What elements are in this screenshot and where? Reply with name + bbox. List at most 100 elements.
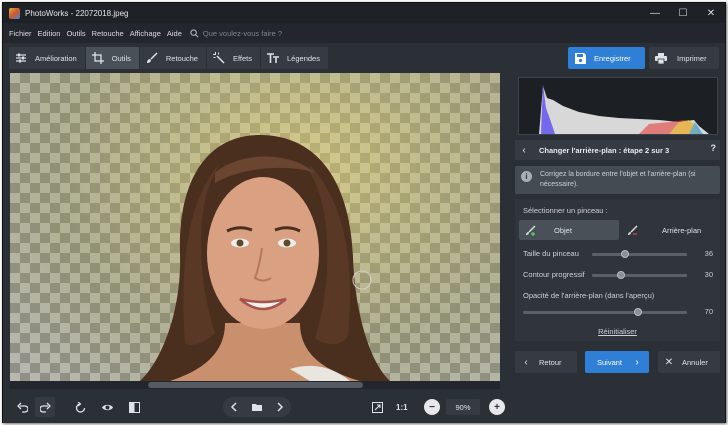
- scrollbar-thumb[interactable]: [148, 382, 363, 388]
- tab-effets[interactable]: Effets: [206, 47, 262, 69]
- brush-size-label: Taille du pinceau: [523, 249, 579, 258]
- slider-knob[interactable]: [616, 271, 625, 279]
- tab-retouche[interactable]: Retouche: [139, 47, 207, 69]
- floppy-disk-icon: [575, 52, 586, 64]
- zoom-in-button[interactable]: +: [489, 399, 505, 415]
- slider-track[interactable]: [592, 253, 687, 256]
- brush-icon: [146, 52, 158, 63]
- rotate-button[interactable]: [70, 397, 90, 417]
- brush-size-slider[interactable]: Taille du pinceau 36: [523, 248, 713, 260]
- chevron-left-icon: ‹: [524, 356, 528, 368]
- brush-settings: Sélectionner un pinceau : Objet Arrière-…: [515, 199, 720, 341]
- brush-background-button[interactable]: Arrière-plan: [621, 220, 717, 240]
- menu-bar: Fichier Edition Outils Retouche Affichag…: [3, 23, 725, 43]
- menu-fichier[interactable]: Fichier: [9, 29, 32, 38]
- brush-minus-icon: [628, 225, 638, 235]
- brush-size-value: 36: [704, 249, 713, 258]
- select-brush-label: Sélectionner un pinceau :: [523, 206, 608, 215]
- preview-button[interactable]: [97, 397, 117, 417]
- redo-button[interactable]: [35, 397, 55, 417]
- feather-value: 30: [704, 270, 713, 279]
- title-bar: PhotoWorks - 22072018.jpeg — ☐ ✕: [3, 3, 725, 23]
- rotate-icon: [75, 401, 85, 413]
- brush-object-button[interactable]: Objet: [519, 220, 619, 240]
- menu-edition[interactable]: Edition: [38, 29, 61, 38]
- app-window: PhotoWorks - 22072018.jpeg — ☐ ✕ Fichier…: [2, 2, 726, 423]
- next-label: Suivant: [597, 357, 623, 367]
- fit-screen-button[interactable]: [367, 397, 387, 417]
- tab-outils-label: Outils: [111, 53, 131, 63]
- bg-opacity-slider[interactable]: 70: [523, 306, 713, 318]
- tab-amelioration[interactable]: Amélioration: [9, 47, 86, 69]
- back-arrow-icon[interactable]: ‹: [515, 145, 533, 156]
- zoom-out-button[interactable]: −: [424, 399, 440, 415]
- back-label: Retour: [539, 357, 562, 367]
- cancel-button[interactable]: ✕ Annuler: [658, 351, 720, 373]
- maximize-button[interactable]: ☐: [669, 3, 697, 23]
- save-button[interactable]: Enregistrer: [568, 47, 645, 69]
- step-header: ‹ Changer l'arrière-plan : étape 2 sur 3…: [515, 140, 720, 160]
- info-text: Corrigez la bordure entre l'objet et l'a…: [540, 171, 696, 188]
- horizontal-scrollbar[interactable]: [10, 381, 500, 389]
- tab-amelioration-label: Amélioration: [35, 53, 77, 63]
- brush-plus-icon: [526, 225, 536, 236]
- slider-track[interactable]: [592, 274, 687, 277]
- slider-track[interactable]: [523, 311, 687, 314]
- zoom-level[interactable]: 90%: [446, 399, 480, 415]
- search-box[interactable]: Que voulez-vous faire ?: [190, 29, 282, 38]
- reset-link[interactable]: Réinitialiser: [515, 327, 720, 336]
- menu-outils[interactable]: Outils: [66, 29, 85, 38]
- menu-aide[interactable]: Aide: [167, 29, 182, 38]
- brush-object-label: Objet: [554, 225, 572, 235]
- app-logo-icon: [9, 7, 20, 19]
- file-navigation: [223, 397, 291, 417]
- chevron-right-icon[interactable]: [275, 402, 285, 412]
- brush-background-label: Arrière-plan: [662, 225, 702, 235]
- close-icon: ✕: [664, 356, 674, 368]
- save-label: Enregistrer: [594, 53, 631, 63]
- compare-button[interactable]: [124, 397, 144, 417]
- menu-retouche[interactable]: Retouche: [92, 29, 124, 38]
- redo-icon: [39, 402, 51, 413]
- actual-size-button[interactable]: 1:1: [396, 403, 408, 412]
- crop-icon: [91, 52, 104, 64]
- histogram: [518, 77, 718, 135]
- tab-legendes[interactable]: Légendes: [261, 47, 329, 69]
- printer-icon: [655, 52, 667, 64]
- bg-opacity-label: Opacité de l'arrière-plan (dans l'aperçu…: [523, 291, 655, 300]
- help-button[interactable]: ?: [711, 143, 717, 153]
- window-title: PhotoWorks - 22072018.jpeg: [25, 8, 129, 18]
- slider-knob[interactable]: [621, 250, 630, 258]
- search-input[interactable]: Que voulez-vous faire ?: [203, 29, 282, 38]
- step-navigation: ‹ Retour Suivant › ✕ Annuler: [515, 351, 720, 373]
- folder-icon[interactable]: [251, 402, 262, 412]
- magic-wand-icon: [212, 52, 225, 64]
- step-title: Changer l'arrière-plan : étape 2 sur 3: [539, 145, 670, 155]
- undo-button[interactable]: [12, 397, 32, 417]
- undo-icon: [16, 402, 28, 413]
- text-icon: [267, 53, 280, 63]
- close-button[interactable]: ✕: [697, 3, 725, 23]
- slider-knob[interactable]: [633, 308, 642, 316]
- main-toolbar: Amélioration Outils Retouche Effets Lége…: [3, 43, 725, 71]
- feather-label: Contour progressif: [523, 270, 585, 279]
- menu-affichage[interactable]: Affichage: [130, 29, 161, 38]
- tab-outils[interactable]: Outils: [85, 47, 140, 69]
- print-button[interactable]: Imprimer: [649, 47, 719, 69]
- tab-retouche-label: Retouche: [165, 53, 198, 63]
- bg-opacity-value: 70: [704, 307, 713, 316]
- feather-slider[interactable]: Contour progressif 30: [523, 269, 713, 281]
- chevron-left-icon[interactable]: [229, 402, 239, 412]
- bg-opacity-label-row: Opacité de l'arrière-plan (dans l'aperçu…: [523, 290, 713, 302]
- bottom-toolbar: 1:1 − 90% +: [3, 391, 510, 423]
- right-panel: ‹ Changer l'arrière-plan : étape 2 sur 3…: [510, 73, 725, 423]
- tab-effets-label: Effets: [232, 53, 253, 63]
- next-button[interactable]: Suivant ›: [585, 351, 649, 373]
- minimize-button[interactable]: —: [641, 3, 669, 23]
- eye-icon: [101, 404, 113, 410]
- info-icon: i: [521, 171, 532, 182]
- portrait-photo: [140, 135, 390, 381]
- back-button[interactable]: ‹ Retour: [515, 351, 577, 373]
- histogram-graph: [539, 84, 709, 134]
- photo-canvas[interactable]: [10, 73, 500, 381]
